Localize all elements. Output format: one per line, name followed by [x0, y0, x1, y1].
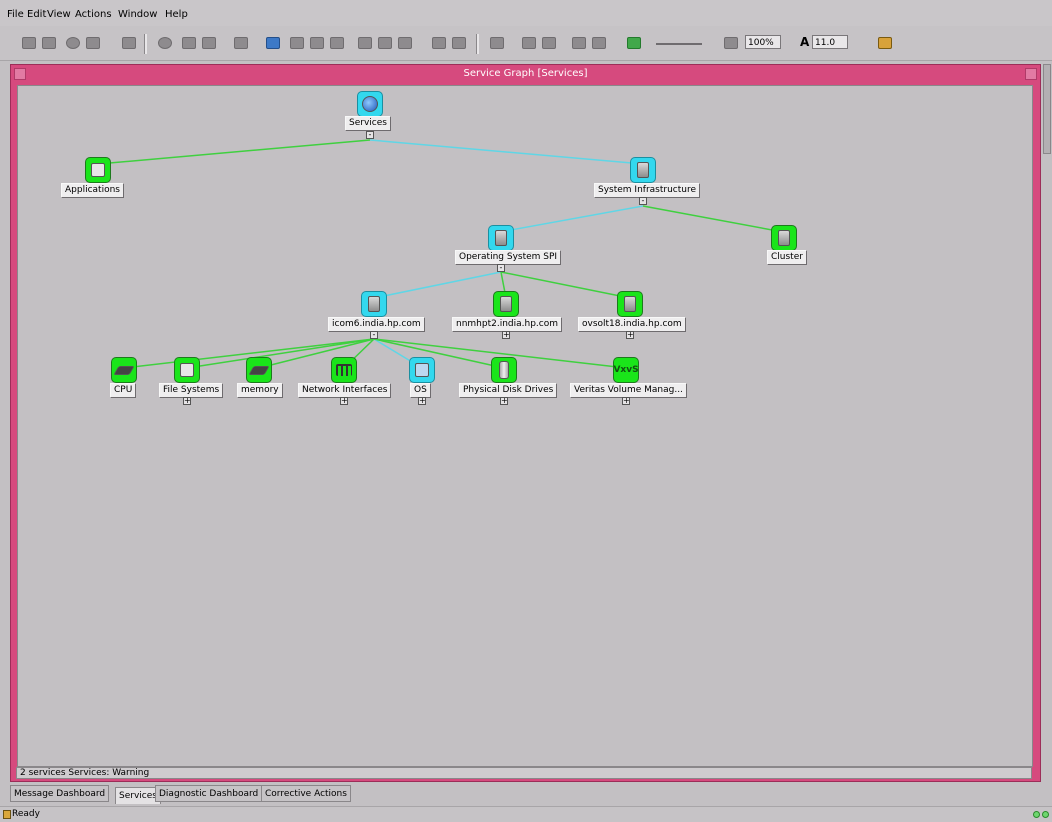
tool-g-icon[interactable] [430, 35, 448, 51]
status-light-icon [1033, 811, 1040, 818]
node-label: memory [237, 383, 283, 398]
node-label: Physical Disk Drives [459, 383, 558, 398]
menu-file[interactable]: File [7, 9, 24, 20]
tool-a-icon[interactable] [288, 35, 306, 51]
service-graph-window: Service Graph [Services] Services - Appl… [10, 64, 1041, 782]
os-icon [409, 357, 435, 383]
font-size-field[interactable]: 11.0 [812, 35, 848, 49]
node-label: Operating System SPI [455, 250, 562, 265]
tab-diagnostic-dashboard[interactable]: Diagnostic Dashboard [155, 785, 263, 802]
server-icon [488, 225, 514, 251]
tab-message-dashboard[interactable]: Message Dashboard [10, 785, 110, 802]
status-light-icon [1042, 811, 1049, 818]
expand-toggle[interactable]: + [183, 397, 191, 405]
graph-canvas: Services - Applications System Infrastru… [17, 85, 1033, 767]
node-label: System Infrastructure [594, 183, 701, 198]
node-label: File Systems [159, 383, 224, 398]
tab-corrective-actions[interactable]: Corrective Actions [261, 785, 351, 802]
node-label: Cluster [767, 250, 807, 265]
status-text: Ready [12, 809, 40, 819]
expand-toggle[interactable]: + [418, 397, 426, 405]
menu-view[interactable]: View [47, 9, 71, 20]
expand-toggle[interactable]: + [622, 397, 630, 405]
tool-i-icon[interactable] [488, 35, 506, 51]
server-icon [617, 291, 643, 317]
expand-toggle[interactable]: + [626, 331, 634, 339]
pan-icon[interactable] [876, 35, 894, 51]
refresh-icon[interactable] [40, 35, 58, 51]
expand-toggle[interactable]: + [500, 397, 508, 405]
veritas-icon: VxvS [613, 357, 639, 383]
disown-icon[interactable] [200, 35, 218, 51]
tool-f-icon[interactable] [396, 35, 414, 51]
expand-toggle[interactable]: + [340, 397, 348, 405]
folder-icon[interactable] [84, 35, 102, 51]
menu-actions[interactable]: Actions [75, 9, 112, 20]
collapse-toggle[interactable]: - [370, 331, 378, 339]
node-label: icom6.india.hp.com [328, 317, 425, 332]
menu-edit[interactable]: Edit [27, 9, 46, 20]
window-maximize-button[interactable] [1025, 68, 1037, 80]
disk-drive-icon [491, 357, 517, 383]
graph-tool-icon[interactable] [625, 35, 643, 51]
services-globe-icon [357, 91, 383, 117]
tool-k-icon[interactable] [540, 35, 558, 51]
ack-icon[interactable] [156, 35, 174, 51]
applications-icon [85, 157, 111, 183]
collapse-toggle[interactable]: - [366, 131, 374, 139]
server-icon [361, 291, 387, 317]
tool-h-icon[interactable] [450, 35, 468, 51]
magnifier-icon [722, 35, 740, 51]
lock-icon [3, 810, 11, 819]
annotation-icon[interactable] [232, 35, 250, 51]
server-icon [493, 291, 519, 317]
toolbar: 100% A 11.0 [0, 26, 1052, 61]
scrollbar[interactable] [1043, 64, 1051, 154]
server-icon [630, 157, 656, 183]
menu-window[interactable]: Window [118, 9, 157, 20]
menu-bar: File Edit View Actions Window Help [0, 0, 1052, 26]
network-icon [331, 357, 357, 383]
tool-b-icon[interactable] [308, 35, 326, 51]
tool-c-icon[interactable] [328, 35, 346, 51]
zoom-field[interactable]: 100% [745, 35, 781, 49]
tool-j-icon[interactable] [520, 35, 538, 51]
save-icon[interactable] [20, 35, 38, 51]
server-icon [771, 225, 797, 251]
font-size-icon: A [800, 35, 810, 49]
expand-toggle[interactable]: + [502, 331, 510, 339]
node-label: CPU [110, 383, 137, 398]
node-label: Services [345, 116, 391, 131]
tool-d-icon[interactable] [356, 35, 374, 51]
status-bar: Ready [0, 806, 1052, 822]
filter-icon[interactable] [64, 35, 82, 51]
menu-help[interactable]: Help [165, 9, 188, 20]
tool-m-icon[interactable] [590, 35, 608, 51]
zoom-slider[interactable] [656, 43, 702, 45]
service-status-line: 2 services Services: Warning [16, 767, 1032, 779]
tool-e-icon[interactable] [376, 35, 394, 51]
cpu-chip-icon [111, 357, 137, 383]
properties-icon[interactable] [120, 35, 138, 51]
collapse-toggle[interactable]: - [639, 197, 647, 205]
window-title: Service Graph [Services] [463, 68, 588, 79]
reload-icon[interactable] [264, 35, 282, 51]
tool-l-icon[interactable] [570, 35, 588, 51]
memory-chip-icon [246, 357, 272, 383]
graph-edges [97, 139, 784, 369]
file-systems-icon [174, 357, 200, 383]
node-label: Applications [61, 183, 124, 198]
own-icon[interactable] [180, 35, 198, 51]
collapse-toggle[interactable]: - [497, 264, 505, 272]
